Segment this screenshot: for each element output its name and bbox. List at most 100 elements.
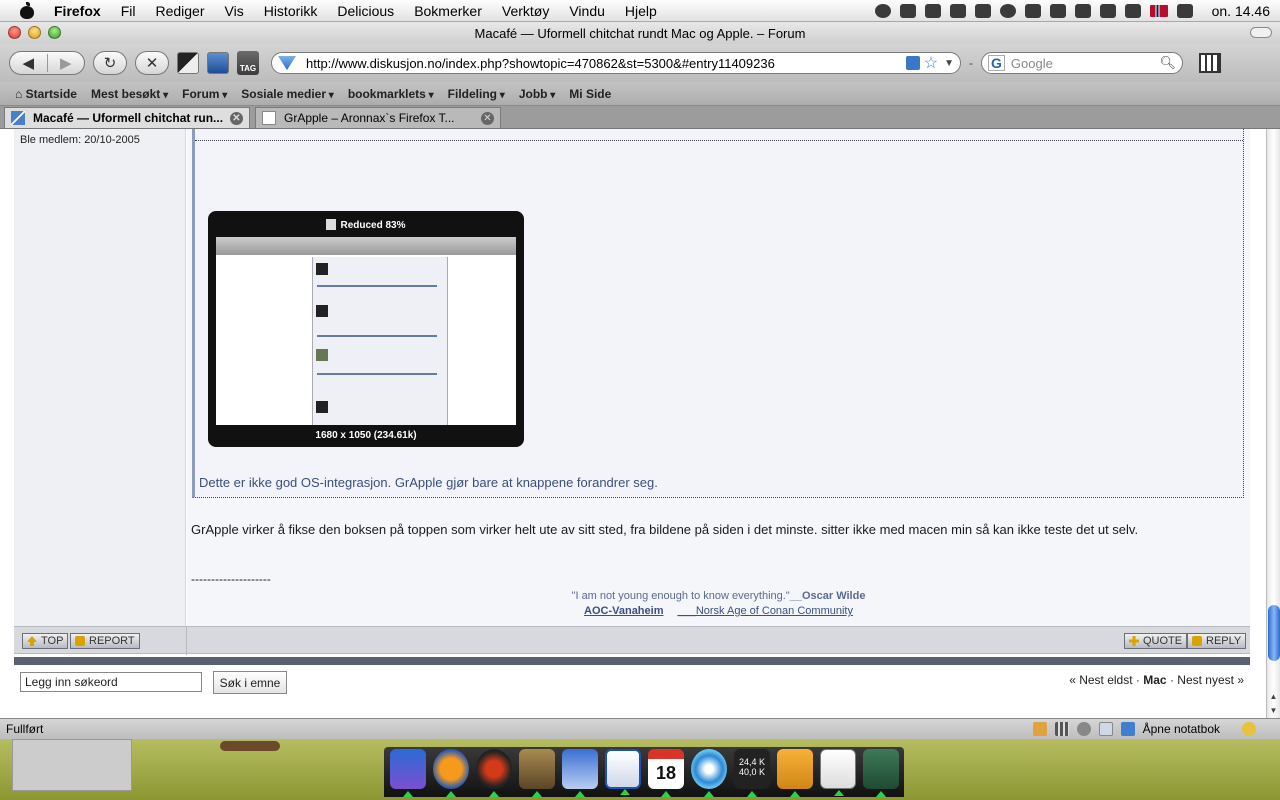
menu-delicious[interactable]: Delicious	[327, 3, 404, 19]
topic-search-button[interactable]: Søk i emne	[213, 671, 287, 694]
spaces-icon[interactable]	[1049, 3, 1066, 18]
top-button[interactable]: TOP	[22, 633, 69, 649]
reply-button[interactable]: REPLY	[1187, 633, 1247, 649]
sync-icon[interactable]	[999, 3, 1016, 18]
scrollbar-thumb[interactable]	[1268, 605, 1280, 661]
close-window-button[interactable]	[8, 26, 21, 39]
delicious-tag-button[interactable]: TAG	[237, 51, 259, 75]
firefox-icon[interactable]	[433, 749, 469, 797]
itunes-note-icon[interactable]	[924, 3, 941, 18]
zoom-window-button[interactable]	[48, 26, 61, 39]
note-addon-icon[interactable]	[1032, 722, 1047, 736]
signature-link-community[interactable]: ___Norsk Age of Conan Community	[677, 605, 852, 617]
close-tab-icon[interactable]: ✕	[481, 111, 494, 125]
forward-button[interactable]: ▶	[46, 54, 85, 72]
wifi-icon[interactable]	[1099, 3, 1116, 18]
bookmark-folder-sosiale-medier[interactable]: Sosiale medier	[234, 87, 341, 101]
itunes-icon[interactable]	[691, 749, 727, 797]
bookmark-star-icon[interactable]: ☆	[924, 53, 938, 73]
growl-icon[interactable]	[874, 3, 891, 18]
bluetooth-icon[interactable]	[1074, 3, 1091, 18]
report-button[interactable]: REPORT	[70, 633, 140, 649]
menu-verktoy[interactable]: Verktøy	[492, 3, 559, 19]
dock: 18 24,4 K 40,0 K	[384, 747, 904, 797]
scroll-up-arrow-icon[interactable]: ▲	[1267, 690, 1280, 704]
menu-historikk[interactable]: Historikk	[254, 3, 328, 19]
dock-app-icon[interactable]	[390, 749, 426, 797]
minimize-window-button[interactable]	[28, 26, 41, 39]
bookmark-folder-jobb[interactable]: Jobb	[512, 87, 562, 101]
search-magnifier-icon[interactable]: 🔍︎	[1159, 55, 1176, 71]
document-icon[interactable]	[820, 749, 856, 796]
trash-icon[interactable]	[863, 749, 899, 797]
bookmark-folder-fildeling[interactable]: Fildeling	[441, 87, 512, 101]
notebook-icon[interactable]	[1120, 722, 1135, 736]
twitter-bird-icon[interactable]	[974, 3, 991, 18]
gear-icon[interactable]	[1076, 722, 1091, 736]
ship-app-icon[interactable]	[519, 749, 555, 797]
close-tab-icon[interactable]: ✕	[230, 111, 243, 125]
folder-icon[interactable]	[777, 749, 813, 797]
tab-macafe[interactable]: Macafé — Uformell chitchat run... ✕	[4, 107, 250, 128]
bluetooth-dropdown-icon[interactable]	[949, 3, 966, 18]
url-history-dropdown-icon[interactable]: ▼	[944, 58, 954, 69]
thumbnail-avatar	[316, 349, 328, 361]
menu-rediger[interactable]: Rediger	[145, 3, 214, 19]
search-bar[interactable]: G Google 🔍︎	[981, 52, 1183, 74]
apple-menu-icon[interactable]	[18, 1, 36, 20]
desktop: 18 24,4 K 40,0 K	[0, 739, 1280, 800]
current-forum-link[interactable]: Mac	[1143, 673, 1166, 687]
next-topic-link[interactable]: Nest nyest »	[1177, 673, 1244, 687]
volume-icon[interactable]	[1124, 3, 1141, 18]
mail-icon[interactable]	[1098, 722, 1113, 736]
search-engine-google-icon[interactable]: G	[988, 55, 1005, 71]
menubar-clock[interactable]: on. 14.46	[1212, 3, 1270, 19]
rss-feed-icon[interactable]	[905, 56, 920, 70]
menu-hjelp[interactable]: Hjelp	[615, 3, 667, 19]
grid-addon-icon[interactable]	[1054, 722, 1069, 736]
stop-button[interactable]: ✕	[135, 51, 169, 75]
signature-link-aoc-vanaheim[interactable]: AOC-Vanaheim	[584, 605, 663, 617]
screenshot-addon-icon[interactable]	[177, 52, 199, 74]
macafe-favicon-icon	[11, 111, 25, 125]
url-text[interactable]: http://www.diskusjon.no/index.php?showto…	[306, 56, 906, 71]
site-identity-icon[interactable]	[278, 56, 296, 70]
menu-vis[interactable]: Vis	[215, 3, 254, 19]
reload-button[interactable]: ↻	[93, 51, 127, 75]
keyboard-addon-icon[interactable]	[1199, 53, 1221, 73]
butterfly-icon[interactable]	[899, 3, 916, 18]
bookmark-addon-icon[interactable]	[207, 52, 229, 74]
bookmark-folder-forum[interactable]: Forum	[175, 87, 234, 101]
home-icon: ⌂	[15, 86, 26, 101]
url-bar[interactable]: http://www.diskusjon.no/index.php?showto…	[271, 52, 961, 74]
mail-eagle-icon[interactable]	[562, 749, 598, 797]
bookmark-startside[interactable]: ⌂ Startside	[8, 87, 84, 101]
menu-app-firefox[interactable]: Firefox	[50, 3, 111, 19]
bookmark-folder-bookmarklets[interactable]: bookmarklets	[341, 87, 441, 101]
scroll-down-arrow-icon[interactable]: ▼	[1267, 704, 1280, 718]
menu-fil[interactable]: Fil	[111, 3, 146, 19]
bookmark-mi-side[interactable]: Mi Side	[562, 87, 618, 101]
search-input[interactable]: Google	[1011, 56, 1160, 71]
tab-grapple[interactable]: GrApple – Aronnax`s Firefox T... ✕	[255, 107, 501, 128]
battery-icon[interactable]	[1176, 3, 1193, 18]
norway-flag-icon[interactable]	[1149, 4, 1168, 17]
bookmark-folder-mest-besokt[interactable]: Mest besøkt	[84, 87, 175, 101]
menu-vindu[interactable]: Vindu	[559, 3, 615, 19]
open-notebook-button[interactable]: Åpne notatbok	[1143, 722, 1220, 736]
topic-search-input[interactable]	[20, 672, 202, 692]
network-monitor-icon[interactable]: 24,4 K 40,0 K	[734, 749, 770, 797]
menu-bokmerker[interactable]: Bokmerker	[404, 3, 492, 19]
back-button[interactable]: ◀	[10, 54, 47, 72]
page-vertical-scrollbar[interactable]: ▲ ▼	[1266, 129, 1280, 718]
ical-calendar-icon[interactable]: 18	[648, 749, 684, 797]
guitar-app-icon[interactable]	[476, 749, 512, 797]
previous-topic-link[interactable]: « Nest eldst	[1069, 673, 1132, 687]
thumbnail-line	[317, 335, 437, 337]
checkmark-app-icon[interactable]	[605, 749, 641, 795]
smiley-icon[interactable]	[1242, 722, 1256, 736]
screenshot-thumbnail[interactable]: Reduced 83% 1680 x 1050 (234.61k)	[208, 211, 524, 447]
quote-button[interactable]: QUOTE	[1124, 633, 1188, 649]
toolbar-toggle-button[interactable]	[1250, 27, 1272, 38]
battery-meter-icon[interactable]	[1024, 3, 1041, 18]
